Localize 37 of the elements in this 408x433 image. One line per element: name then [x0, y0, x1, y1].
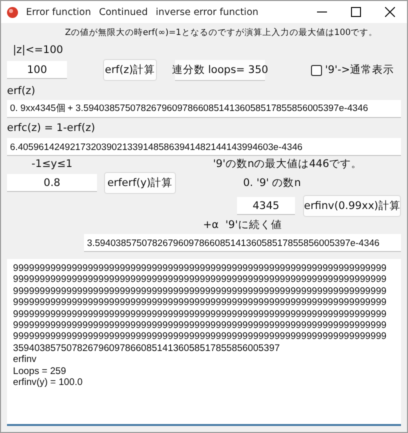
z-label: |z|<=100	[12, 44, 64, 56]
output-line: erfinv(y) = 100.0	[13, 377, 84, 388]
n-input-field[interactable]: 4345	[237, 197, 295, 215]
window-title: inverse error function	[156, 6, 258, 18]
y-input-field[interactable]: 0.8	[7, 174, 97, 192]
note-text: Zの値が無限大の時erf(∞)=1となるのですが演算上入力の最大値は100です。	[65, 27, 378, 39]
output-line: erfinv	[13, 354, 38, 366]
normal-display-label: '9'->通常表示	[325, 63, 394, 77]
output-line: 9999999999999999999999999999999999999999999999999999999999999999999999	[13, 297, 388, 309]
erf-calc-button[interactable]: erf(z)計算	[103, 59, 157, 81]
alpha-value-field[interactable]: 3.5940385750782679609786608514136058517855856005397e-4346	[84, 234, 401, 252]
output-line: 9999999999999999999999999999999999999999999999999999999999999999999999	[13, 286, 388, 298]
output-line: 35940385750782679609786608514136058517855856005397	[13, 342, 281, 354]
output-line: 9999999999999999999999999999999999999999999999999999999999999999999999	[13, 331, 388, 343]
app-icon	[7, 6, 18, 18]
window-title: Error function	[26, 6, 91, 18]
output-line: 9999999999999999999999999999999999999999999999999999999999999999999999	[13, 274, 388, 286]
alpha-label: +α '9'に続く値	[203, 218, 282, 232]
output-line: Loops = 259	[13, 366, 68, 378]
erfc-result-field[interactable]: 6.4059614249217320390213391485863941482144143994603e-4346	[7, 138, 401, 156]
z-input-field[interactable]: 100	[7, 61, 67, 79]
erf-result-field[interactable]: 0. 9xx4345個 + 3.5940385750782679609786608514136058517855856005397e-4346	[7, 100, 401, 118]
normal-display-checkbox[interactable]	[311, 64, 322, 76]
output-line: 9999999999999999999999999999999999999999999999999999999999999999999999	[13, 263, 388, 274]
window-title: Continued	[98, 6, 148, 18]
erfinv-calc-button[interactable]: erfinv(0.99xx)計算	[303, 195, 401, 217]
erf-label: erf(z)	[7, 85, 36, 97]
maximize-icon	[351, 7, 361, 17]
close-icon	[385, 7, 395, 17]
n-label: 0. '9' の数n	[242, 176, 302, 190]
output-line: 9999999999999999999999999999999999999999999999999999999999999999999999	[13, 320, 388, 332]
y-label: -1≤y≤1	[30, 158, 74, 170]
output-text-area[interactable]	[7, 259, 401, 426]
erfc-label: erfc(z) = 1-erf(z)	[7, 122, 96, 134]
n-max-note: '9'の数nの最大値は446です。	[213, 157, 362, 171]
erferf-calc-button[interactable]: erferf(y)計算	[104, 172, 176, 194]
output-line: 9999999999999999999999999999999999999999999999999999999999999999999999	[13, 308, 388, 320]
